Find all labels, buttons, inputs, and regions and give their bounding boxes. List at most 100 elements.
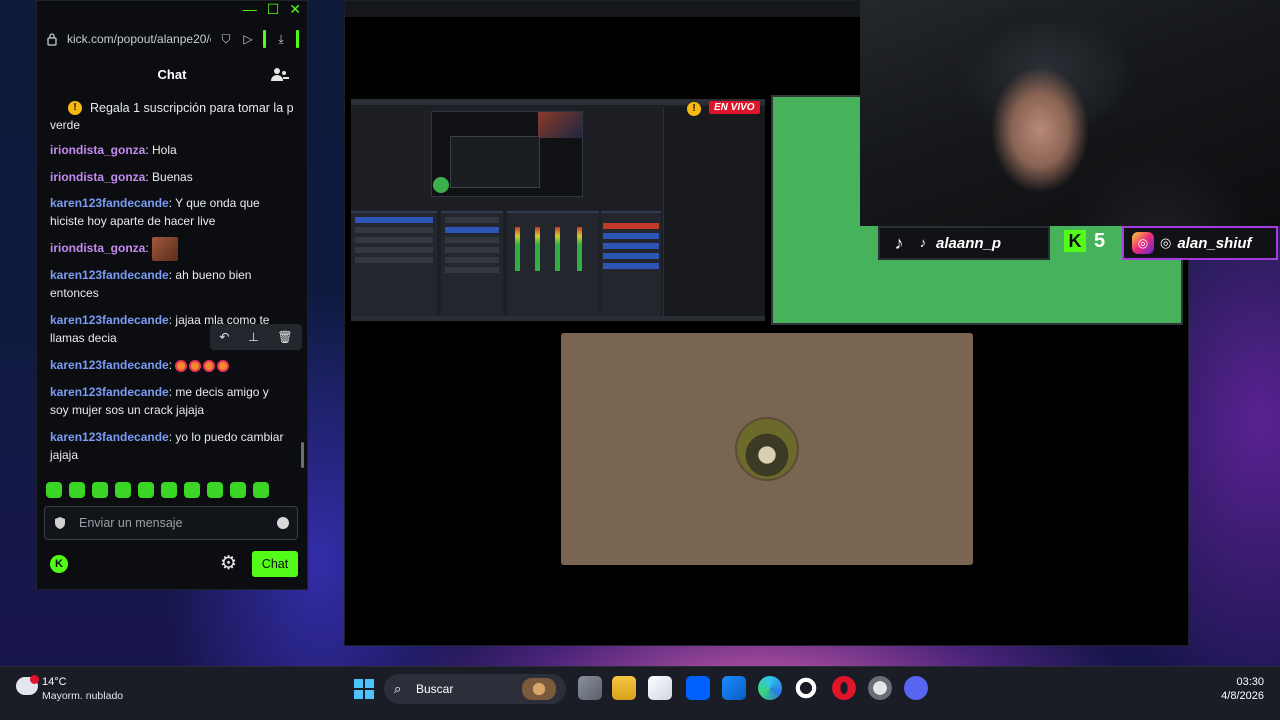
instagram-handle-badge: ◎ ◎ alan_shiuf bbox=[1122, 226, 1278, 260]
emote-image bbox=[152, 237, 179, 261]
emoji-picker-icon[interactable] bbox=[277, 517, 289, 529]
chat-message[interactable]: karen123fandecande: ah bueno bien entonc… bbox=[50, 266, 290, 302]
instagram-handle: alan_shiuf bbox=[1177, 234, 1252, 252]
url-text[interactable]: kick.com/popout/alanpe20/c bbox=[67, 32, 211, 46]
emote-icon[interactable] bbox=[184, 482, 200, 498]
outlook-icon[interactable] bbox=[722, 676, 746, 700]
kick-logo-icon[interactable]: K bbox=[50, 555, 68, 573]
delete-icon[interactable]: 🗑 bbox=[277, 330, 292, 344]
chat-username[interactable]: karen123fandecande bbox=[50, 268, 169, 282]
chat-send-button[interactable]: Chat bbox=[252, 551, 298, 577]
chat-text: : Buenas bbox=[145, 170, 193, 184]
maximize-icon[interactable]: ☐ bbox=[267, 2, 280, 16]
live-badge: EN VIVO bbox=[709, 101, 760, 114]
chat-text: : bbox=[168, 358, 173, 372]
chat-username[interactable]: iriondista_gonza bbox=[50, 170, 145, 184]
discord-icon[interactable] bbox=[904, 676, 928, 700]
message-input-box[interactable] bbox=[44, 506, 298, 540]
chat-username[interactable]: karen123fandecande bbox=[50, 196, 169, 210]
dropbox-icon[interactable] bbox=[686, 676, 710, 700]
clock-time[interactable]: 03:30 bbox=[1236, 676, 1264, 688]
shield-icon[interactable]: ⛉ bbox=[219, 32, 233, 46]
chat-text: : bbox=[145, 241, 149, 256]
instagram-small-icon: ◎ bbox=[1160, 235, 1172, 250]
sources-panel bbox=[441, 211, 503, 321]
message-input[interactable] bbox=[79, 516, 265, 530]
emote-icon[interactable] bbox=[207, 482, 223, 498]
obs-icon[interactable] bbox=[794, 676, 818, 700]
kick-follower-count: K 5 bbox=[1064, 226, 1105, 256]
gear-icon[interactable]: ⚙ bbox=[220, 554, 240, 574]
extension-indicator-2 bbox=[296, 30, 299, 48]
emoji-icon bbox=[175, 359, 188, 372]
obs-preview-thumbnail bbox=[431, 111, 583, 197]
reply-icon[interactable]: ↶ bbox=[219, 330, 229, 344]
emote-icon[interactable] bbox=[69, 482, 85, 498]
emote-icon[interactable] bbox=[92, 482, 108, 498]
opera-icon[interactable] bbox=[832, 676, 856, 700]
search-input[interactable] bbox=[416, 682, 514, 696]
task-view-icon[interactable] bbox=[578, 676, 602, 700]
app-icon[interactable] bbox=[868, 676, 892, 700]
weather-temperature[interactable]: 14°C bbox=[42, 676, 67, 688]
emote-icon[interactable] bbox=[138, 482, 154, 498]
emote-icon[interactable] bbox=[46, 482, 62, 498]
avatar bbox=[735, 417, 799, 481]
emote-icon[interactable] bbox=[230, 482, 246, 498]
chat-username[interactable]: karen123fandecande bbox=[50, 430, 169, 444]
chat-title: Chat bbox=[157, 67, 187, 82]
chat-header: Chat bbox=[37, 61, 307, 89]
emote-icon[interactable] bbox=[161, 482, 177, 498]
chat-text: : Hola bbox=[145, 143, 177, 157]
download-icon[interactable]: ⤓ bbox=[274, 32, 288, 46]
shield-icon bbox=[55, 517, 65, 529]
obs-chat-dock bbox=[663, 107, 765, 321]
kick-count-value: 5 bbox=[1094, 229, 1106, 252]
clock-date[interactable]: 4/8/2026 bbox=[1221, 690, 1264, 702]
warning-icon: ! bbox=[687, 102, 701, 116]
chat-message[interactable]: karen123fandecande: yo lo puedo cambiar … bbox=[50, 428, 290, 464]
obs-nested-screenshot bbox=[351, 99, 765, 321]
instagram-icon: ◎ bbox=[1132, 232, 1154, 254]
chat-username[interactable]: karen123fandecande bbox=[50, 358, 169, 372]
chat-message[interactable]: iriondista_gonza: Hola bbox=[50, 141, 290, 159]
chat-username[interactable]: iriondista_gonza bbox=[50, 241, 145, 255]
chat-message[interactable]: karen123fandecande: Y que onda que hicis… bbox=[50, 194, 290, 230]
taskbar-search[interactable]: ⌕ bbox=[384, 674, 566, 704]
obs-window-strip bbox=[345, 1, 861, 17]
webcam-feed bbox=[860, 0, 1280, 226]
edge-icon[interactable] bbox=[758, 676, 782, 700]
close-icon[interactable]: ✕ bbox=[289, 2, 301, 16]
search-highlight-image bbox=[522, 678, 556, 700]
kick-icon: K bbox=[1064, 230, 1086, 252]
chat-message[interactable]: iriondista_gonza: bbox=[50, 237, 290, 261]
chat-scrollbar[interactable] bbox=[301, 442, 304, 468]
users-icon[interactable] bbox=[271, 67, 289, 83]
chat-username[interactable]: karen123fandecande bbox=[50, 385, 169, 399]
chat-message[interactable]: iriondista_gonza: Buenas bbox=[50, 168, 290, 186]
file-explorer-icon[interactable] bbox=[612, 676, 636, 700]
emote-icon[interactable] bbox=[115, 482, 131, 498]
lock-icon bbox=[47, 33, 57, 46]
window-controls: — ☐ ✕ bbox=[243, 1, 301, 17]
share-icon[interactable]: ▷ bbox=[241, 32, 255, 46]
alert-icon: ! bbox=[68, 101, 82, 115]
extension-indicator bbox=[263, 30, 266, 48]
pinned-text: Regala 1 suscripción para tomar la p bbox=[90, 101, 294, 115]
tiktok-handle-badge: ♪ ♪ alaann_p bbox=[878, 226, 1050, 260]
emote-icon[interactable] bbox=[253, 482, 269, 498]
address-bar: kick.com/popout/alanpe20/c ⛉ ▷ ⤓ bbox=[37, 25, 307, 53]
windows-start-icon[interactable] bbox=[354, 679, 374, 699]
chat-message[interactable]: karen123fandecande: bbox=[50, 356, 290, 374]
profile-card bbox=[561, 333, 973, 565]
minimize-icon[interactable]: — bbox=[243, 2, 257, 16]
weather-description[interactable]: Mayorm. nublado bbox=[42, 690, 123, 702]
pin-icon[interactable]: ⊥ bbox=[248, 330, 258, 344]
chat-message[interactable]: karen123fandecande: me decis amigo y soy… bbox=[50, 383, 290, 419]
chat-username[interactable]: iriondista_gonza bbox=[50, 143, 145, 157]
scenes-panel bbox=[351, 211, 437, 321]
store-icon[interactable] bbox=[648, 676, 672, 700]
chat-username[interactable]: karen123fandecande bbox=[50, 313, 169, 327]
weather-alert-badge bbox=[30, 675, 39, 684]
windows-taskbar: 14°C Mayorm. nublado ⌕ 03:30 4/8/2026 bbox=[0, 666, 1280, 720]
